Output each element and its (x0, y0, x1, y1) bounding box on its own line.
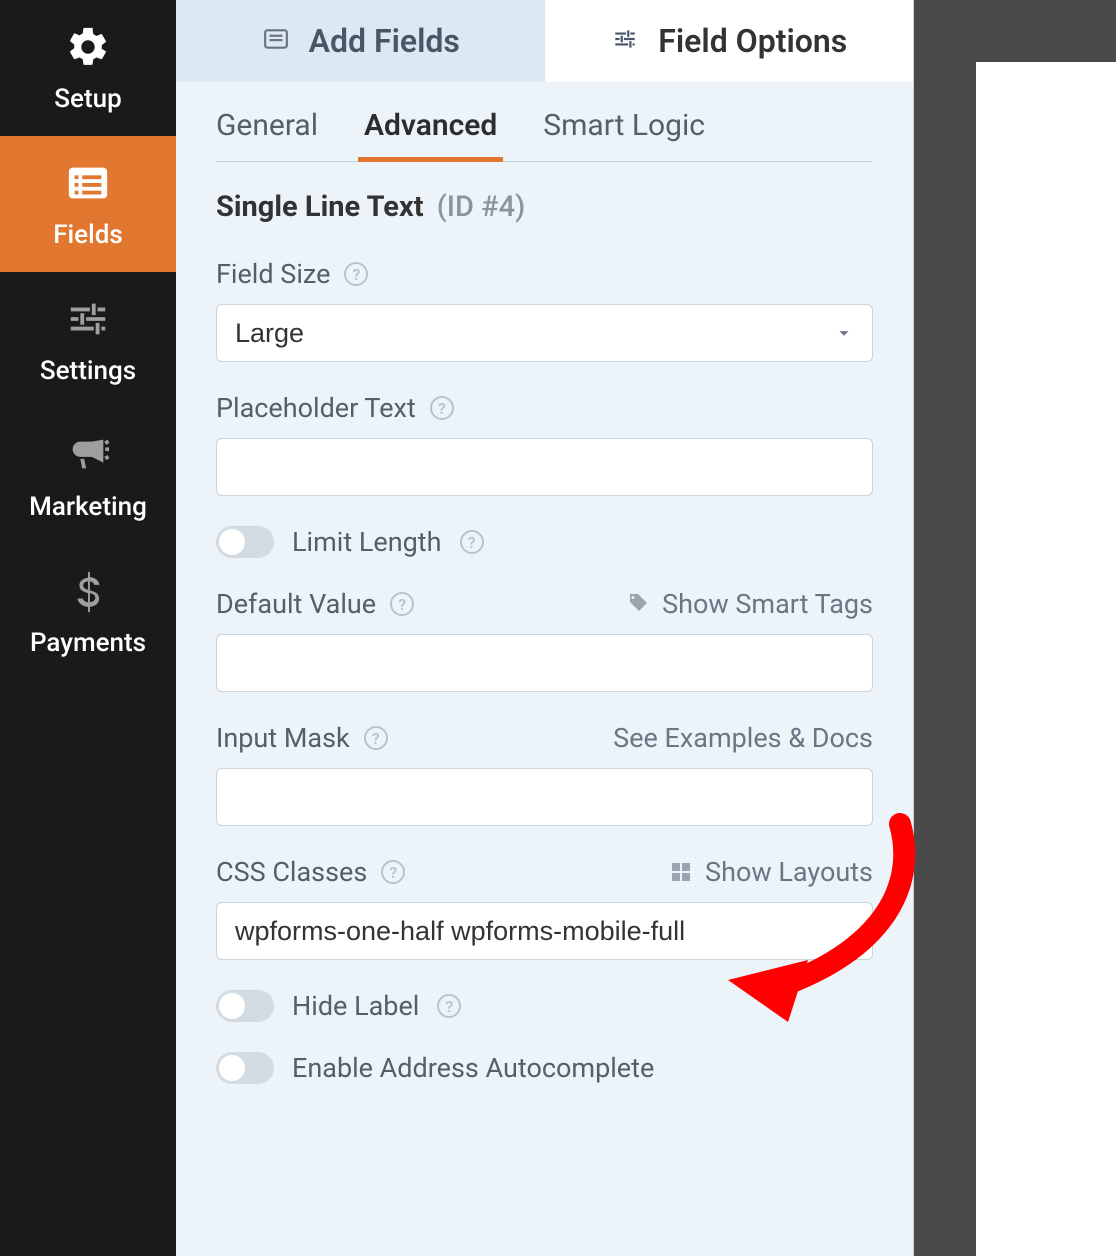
address-autocomplete-label: Enable Address Autocomplete (292, 1052, 654, 1084)
placeholder-text-label: Placeholder Text (216, 392, 416, 424)
sidebar-item-label: Payments (30, 628, 146, 658)
limit-length-toggle[interactable] (216, 526, 274, 558)
group-placeholder-text: Placeholder Text ? (216, 392, 873, 496)
main-area: Add Fields Field Options General Advance… (176, 0, 1116, 1256)
field-size-label: Field Size (216, 258, 330, 290)
form-icon (261, 22, 291, 60)
sliders-icon (610, 22, 640, 60)
sidebar-item-label: Setup (54, 84, 121, 114)
sub-tab-advanced[interactable]: Advanced (364, 108, 497, 161)
default-value-input[interactable] (216, 634, 873, 692)
input-mask-label: Input Mask (216, 722, 350, 754)
preview-card (976, 62, 1116, 1256)
group-field-size: Field Size ? Large (216, 258, 873, 362)
group-address-autocomplete: Enable Address Autocomplete (216, 1052, 873, 1084)
top-tabs: Add Fields Field Options (176, 0, 913, 82)
css-classes-label: CSS Classes (216, 856, 367, 888)
sub-tabs: General Advanced Smart Logic (176, 82, 913, 162)
options-panel: Add Fields Field Options General Advance… (176, 0, 914, 1256)
list-icon (62, 160, 114, 210)
link-label: See Examples & Docs (613, 722, 873, 754)
group-css-classes: CSS Classes ? Show Layouts (216, 856, 873, 960)
link-label: Show Smart Tags (662, 588, 873, 620)
preview-area (914, 0, 1116, 1256)
css-classes-input[interactable] (216, 902, 873, 960)
input-mask-input[interactable] (216, 768, 873, 826)
hide-label-toggle[interactable] (216, 990, 274, 1022)
sidebar-item-label: Fields (53, 220, 123, 250)
sliders-icon (62, 296, 114, 346)
hide-label-label: Hide Label (292, 990, 419, 1022)
help-icon[interactable]: ? (390, 592, 414, 616)
dollar-icon (62, 568, 114, 618)
group-input-mask: Input Mask ? See Examples & Docs (216, 722, 873, 826)
show-smart-tags-link[interactable]: Show Smart Tags (626, 588, 873, 620)
grid-icon (669, 860, 693, 884)
help-icon[interactable]: ? (430, 396, 454, 420)
sidebar-item-payments[interactable]: Payments (0, 544, 176, 680)
link-label: Show Layouts (705, 856, 873, 888)
section-title-text: Single Line Text (216, 190, 424, 224)
tag-icon (626, 592, 650, 616)
examples-docs-link[interactable]: See Examples & Docs (613, 722, 873, 754)
bullhorn-icon (62, 432, 114, 482)
group-hide-label: Hide Label ? (216, 990, 873, 1022)
help-icon[interactable]: ? (460, 530, 484, 554)
sidebar-item-fields[interactable]: Fields (0, 136, 176, 272)
section-id: (ID #4) (437, 190, 526, 224)
sidebar-item-label: Settings (40, 356, 136, 386)
group-default-value: Default Value ? Show Smart Tags (216, 588, 873, 692)
section-title: Single Line Text (ID #4) (216, 190, 873, 224)
address-autocomplete-toggle[interactable] (216, 1052, 274, 1084)
help-icon[interactable]: ? (364, 726, 388, 750)
sub-tab-general[interactable]: General (216, 108, 318, 161)
help-icon[interactable]: ? (344, 262, 368, 286)
sidebar-item-marketing[interactable]: Marketing (0, 408, 176, 544)
sub-tab-smart-logic[interactable]: Smart Logic (543, 108, 705, 161)
tab-add-fields[interactable]: Add Fields (176, 0, 545, 82)
options-content: Single Line Text (ID #4) Field Size ? La… (176, 162, 913, 1114)
sidebar: Setup Fields Settings Marketing Payments (0, 0, 176, 1256)
help-icon[interactable]: ? (437, 994, 461, 1018)
field-size-select[interactable]: Large (216, 304, 873, 362)
limit-length-label: Limit Length (292, 526, 442, 558)
placeholder-text-input[interactable] (216, 438, 873, 496)
app-root: Setup Fields Settings Marketing Payments… (0, 0, 1116, 1256)
tab-label: Add Fields (309, 22, 460, 60)
show-layouts-link[interactable]: Show Layouts (669, 856, 873, 888)
gear-icon (62, 24, 114, 74)
default-value-label: Default Value (216, 588, 376, 620)
group-limit-length: Limit Length ? (216, 526, 873, 558)
sidebar-item-setup[interactable]: Setup (0, 0, 176, 136)
sidebar-item-label: Marketing (29, 492, 147, 522)
tab-field-options[interactable]: Field Options (545, 0, 914, 82)
tab-label: Field Options (658, 22, 847, 60)
sidebar-item-settings[interactable]: Settings (0, 272, 176, 408)
help-icon[interactable]: ? (381, 860, 405, 884)
